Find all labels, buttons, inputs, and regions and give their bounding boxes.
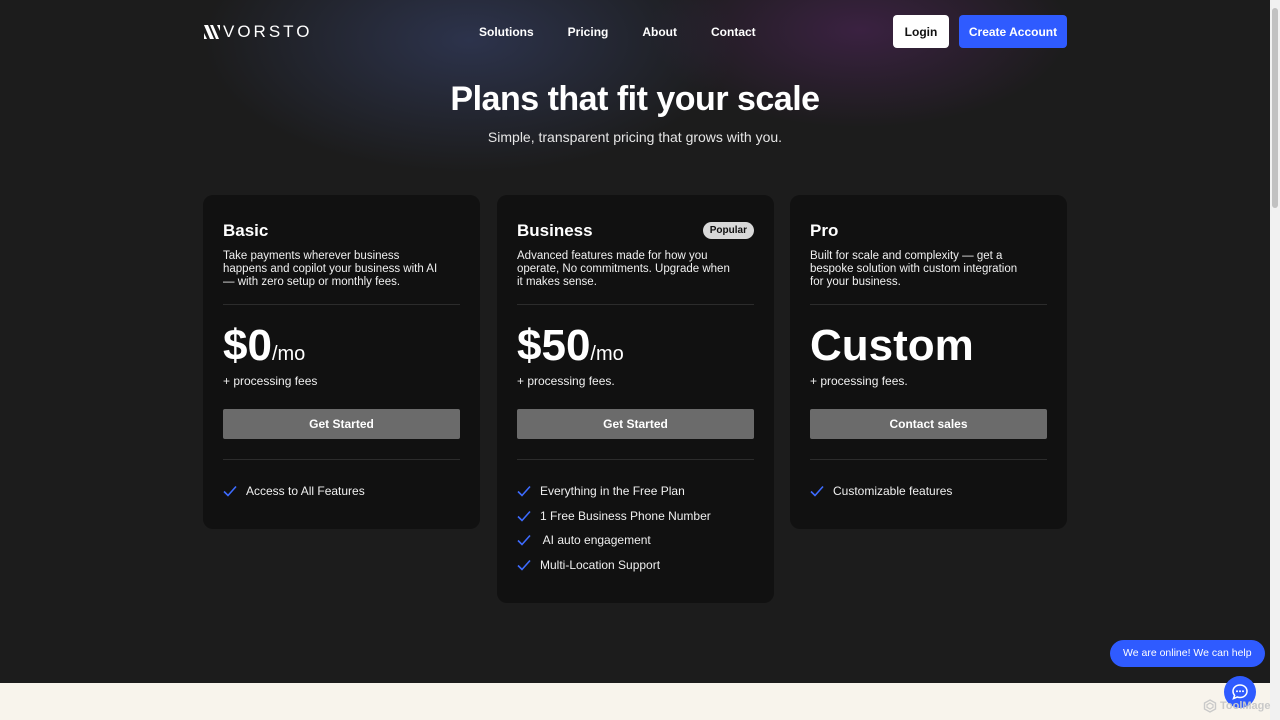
- plan-price: $0/mo: [223, 321, 305, 379]
- feature-text: Multi-Location Support: [540, 557, 661, 572]
- login-button[interactable]: Login: [893, 15, 949, 48]
- check-icon: [517, 510, 531, 522]
- popular-badge: Popular: [702, 222, 754, 239]
- page-subtitle: Simple, transparent pricing that grows w…: [487, 129, 783, 145]
- price-amount: $0: [223, 321, 272, 370]
- divider: [810, 459, 1047, 460]
- divider: [517, 304, 754, 305]
- plan-price: Custom: [810, 321, 974, 371]
- brand-name: VORSTO: [223, 22, 313, 41]
- get-started-button[interactable]: Get Started: [517, 409, 754, 439]
- create-account-button[interactable]: Create Account: [959, 15, 1067, 48]
- feature-item: Multi-Location Support: [517, 557, 711, 573]
- plan-description: Advanced features made for how you opera…: [517, 250, 730, 288]
- brand-logo[interactable]: VORSTO: [204, 22, 312, 42]
- feature-item: Access to All Features: [223, 483, 365, 499]
- feature-item: AI auto engagement: [517, 532, 711, 548]
- price-period: /mo: [271, 343, 306, 365]
- feature-text: Everything in the Free Plan: [540, 484, 685, 498]
- feature-text: Customizable features: [833, 484, 953, 498]
- plan-card-business: Business Popular Advanced features made …: [497, 195, 774, 603]
- feature-text: AI auto engagement: [540, 533, 651, 548]
- feature-list: Customizable features: [810, 483, 952, 508]
- plan-name: Basic: [223, 221, 269, 240]
- nav-link-pricing[interactable]: Pricing: [568, 24, 609, 40]
- check-icon: [517, 535, 531, 546]
- plan-description: Built for scale and complexity — get a b…: [810, 250, 1018, 288]
- check-icon: [517, 485, 531, 497]
- chat-online-message[interactable]: We are online! We can help: [1110, 640, 1265, 667]
- price-note: + processing fees.: [810, 374, 908, 388]
- check-icon: [517, 559, 531, 571]
- divider: [517, 459, 754, 460]
- get-started-button[interactable]: Get Started: [223, 409, 460, 439]
- divider: [810, 304, 1047, 305]
- plan-name: Business: [517, 221, 593, 240]
- plan-card-pro: Pro Built for scale and complexity — get…: [790, 195, 1067, 529]
- price-amount: Custom: [810, 321, 974, 370]
- feature-item: Customizable features: [810, 483, 952, 499]
- nav-link-contact[interactable]: Contact: [711, 24, 756, 40]
- vorsto-logo-icon: [204, 25, 220, 39]
- page-title: Plans that fit your scale: [450, 80, 820, 118]
- page-scrollbar[interactable]: [1270, 0, 1280, 720]
- plan-name: Pro: [810, 221, 839, 240]
- scrollbar-thumb[interactable]: [1272, 8, 1278, 208]
- price-amount: $50: [517, 321, 591, 370]
- feature-text: 1 Free Business Phone Number: [540, 508, 711, 523]
- next-section-band: [0, 683, 1270, 720]
- feature-text: Access to All Features: [246, 484, 365, 498]
- toolmage-watermark: ToolMage: [1203, 699, 1271, 713]
- price-note: + processing fees.: [517, 374, 615, 388]
- divider: [223, 459, 460, 460]
- contact-sales-button[interactable]: Contact sales: [810, 409, 1047, 439]
- feature-item: Everything in the Free Plan: [517, 483, 711, 499]
- plan-description: Take payments wherever business happens …: [223, 250, 438, 288]
- check-icon: [223, 485, 237, 497]
- toolmage-logo-icon: [1203, 699, 1217, 713]
- feature-list: Everything in the Free Plan 1 Free Busin…: [517, 483, 711, 581]
- feature-item: 1 Free Business Phone Number: [517, 508, 711, 524]
- nav-links: Solutions Pricing About Contact: [479, 24, 790, 40]
- price-period: /mo: [590, 343, 624, 365]
- divider: [223, 304, 460, 305]
- feature-list: Access to All Features: [223, 483, 365, 508]
- top-navigation: VORSTO Solutions Pricing About Contact L…: [0, 0, 1270, 64]
- check-icon: [810, 485, 824, 497]
- plan-card-basic: Basic Take payments wherever business ha…: [203, 195, 480, 529]
- nav-link-about[interactable]: About: [642, 24, 677, 40]
- nav-link-solutions[interactable]: Solutions: [479, 24, 534, 40]
- price-note: + processing fees: [223, 374, 318, 388]
- plan-price: $50/mo: [517, 321, 624, 379]
- watermark-text: ToolMage: [1220, 700, 1271, 712]
